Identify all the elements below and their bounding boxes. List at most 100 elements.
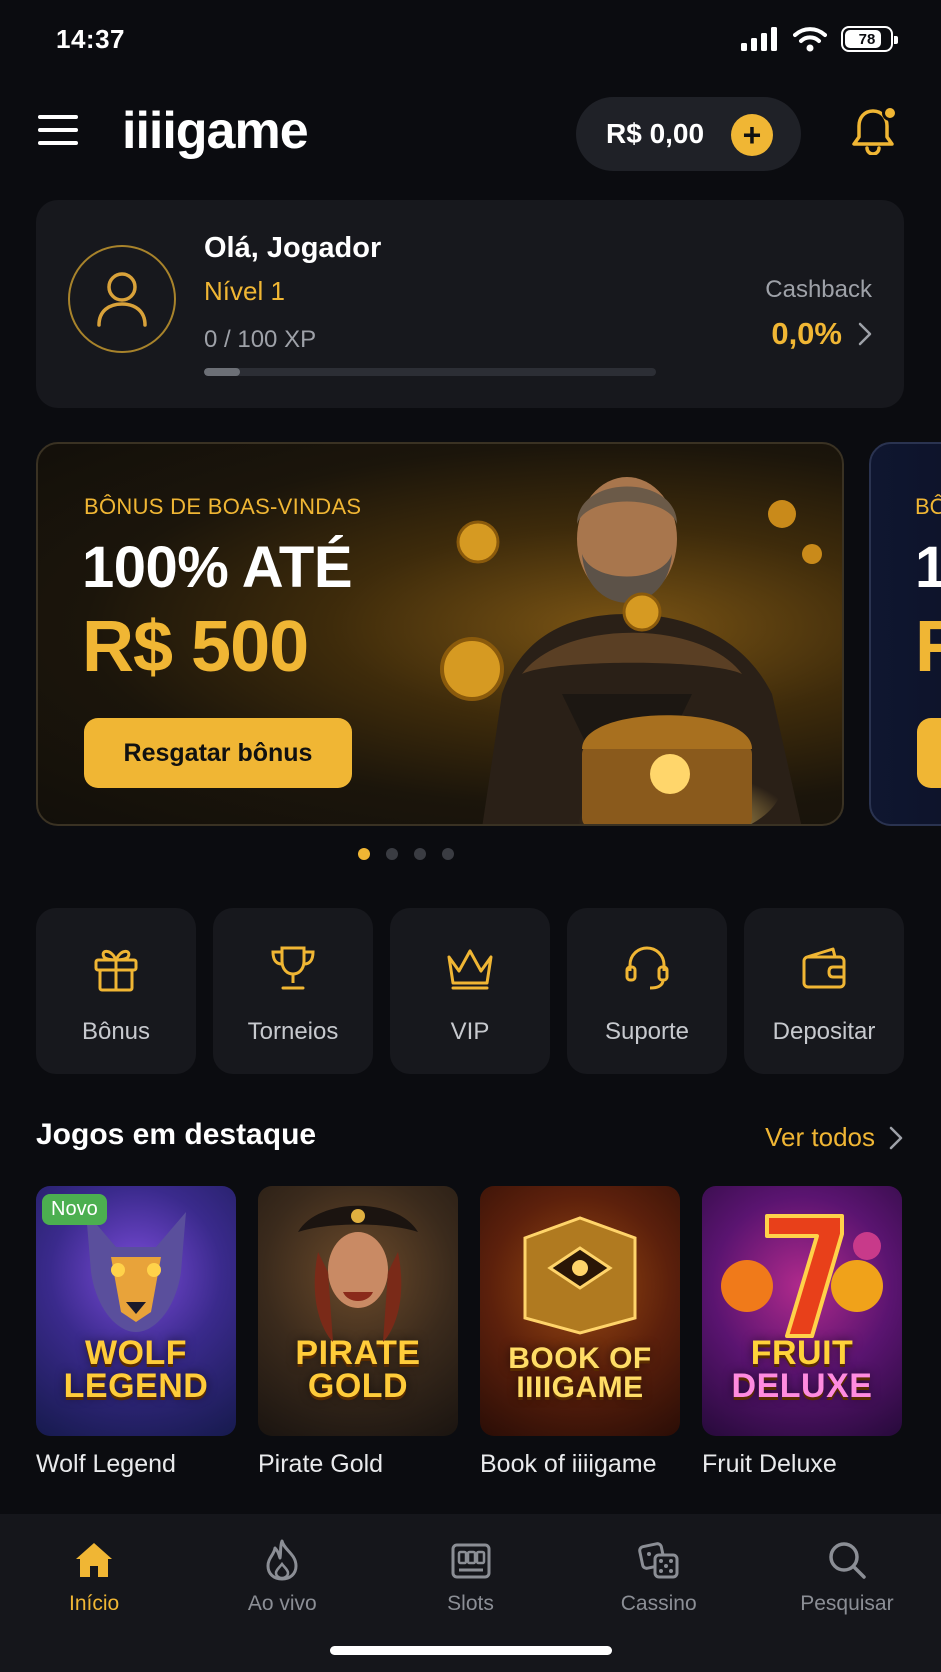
carousel-dot[interactable]	[441, 848, 454, 860]
dice-icon	[637, 1538, 681, 1582]
next-banner-button[interactable]	[917, 718, 941, 788]
next-promo-banner[interactable]: BÔ 1 R	[869, 442, 941, 826]
headset-icon	[621, 942, 673, 994]
cashback-value: 0,0%	[771, 316, 842, 351]
menu-button[interactable]	[38, 115, 78, 149]
search-icon	[825, 1538, 869, 1582]
carousel-dot[interactable]	[385, 848, 398, 860]
quick-action-support[interactable]: Suporte	[567, 908, 727, 1074]
balance-pill[interactable]: R$ 0,00 +	[576, 97, 801, 171]
game-art-line1: BOOK OF	[508, 1342, 652, 1375]
notification-dot	[882, 105, 898, 121]
quick-action-deposit[interactable]: Depositar	[744, 908, 904, 1074]
game-name[interactable]: Pirate Gold	[258, 1450, 458, 1479]
next-banner-headline: 1	[915, 534, 941, 601]
game-title-art: FRUIT DELUXE	[732, 1336, 873, 1403]
xp-progress-fill	[204, 368, 241, 376]
nav-label: Ao vivo	[247, 1592, 317, 1615]
nav-label: Slots	[447, 1592, 494, 1615]
greeting-text: Olá, Jogador	[204, 232, 382, 264]
slot-machine-icon	[449, 1538, 493, 1582]
game-card-wolf-legend[interactable]: Novo WOLF LEGEND Wolf Legend	[36, 1186, 236, 1486]
fruit-seven-art	[721, 1214, 883, 1338]
promo-banner[interactable]: BÔNUS DE BOAS-VINDAS 100% ATÉ R$ 500 Res…	[36, 442, 844, 826]
promo-carousel[interactable]: BÔNUS DE BOAS-VINDAS 100% ATÉ R$ 500 Res…	[0, 442, 941, 828]
game-title-art: PIRATE GOLD	[295, 1334, 421, 1405]
nav-item-slots[interactable]: Slots	[376, 1514, 564, 1634]
trophy-icon	[267, 942, 319, 994]
quick-action-label: Bônus	[81, 1018, 151, 1045]
xp-progress-bar	[204, 368, 656, 376]
game-art-line1: PIRATE	[295, 1334, 421, 1373]
nav-label: Cassino	[620, 1592, 697, 1615]
game-name[interactable]: Wolf Legend	[36, 1450, 236, 1479]
game-thumbnail[interactable]: Novo WOLF LEGEND	[36, 1186, 236, 1436]
game-name[interactable]: Fruit Deluxe	[702, 1450, 902, 1479]
app-header: iiiigame R$ 0,00 +	[0, 95, 941, 175]
profile-card[interactable]: Olá, Jogador Nível 1 0 / 100 XP Cashback…	[36, 200, 904, 408]
battery-level: 78	[858, 30, 876, 48]
banner-headline: 100% ATÉ	[82, 535, 353, 600]
game-title-art: BOOK OF IIIIGAME	[508, 1342, 652, 1404]
pirate-art	[298, 1205, 418, 1342]
chevron-right-icon	[889, 1126, 903, 1149]
game-thumbnail[interactable]: PIRATE GOLD	[258, 1186, 458, 1436]
wifi-icon	[793, 27, 827, 52]
crown-icon	[444, 942, 496, 994]
claim-bonus-button[interactable]: Resgatar bônus	[84, 718, 352, 788]
cashback-label: Cashback	[765, 276, 872, 303]
status-bar: 14:37 78	[0, 0, 941, 80]
quick-action-vip[interactable]: VIP	[390, 908, 550, 1074]
notifications-button[interactable]	[850, 105, 900, 157]
quick-action-label: VIP	[450, 1018, 490, 1045]
game-art-line2: LEGEND	[63, 1366, 209, 1405]
flame-icon	[260, 1538, 304, 1582]
see-all-link[interactable]: Ver todos	[765, 1122, 903, 1153]
app-logo[interactable]: iiiigame	[122, 101, 309, 161]
chevron-right-icon	[858, 322, 872, 346]
quick-action-label: Suporte	[604, 1018, 690, 1045]
game-name[interactable]: Book of iiiigame	[480, 1450, 680, 1479]
new-badge: Novo	[42, 1194, 107, 1225]
game-card-fruit-deluxe[interactable]: FRUIT DELUXE Fruit Deluxe	[702, 1186, 902, 1486]
nav-item-search[interactable]: Pesquisar	[753, 1514, 941, 1634]
carousel-dot[interactable]	[413, 848, 426, 860]
quick-action-tournaments[interactable]: Torneios	[213, 908, 373, 1074]
next-banner-amount: R	[915, 606, 941, 688]
see-all-label: Ver todos	[765, 1122, 875, 1152]
xp-text: 0 / 100 XP	[204, 326, 317, 353]
battery-icon: 78	[841, 26, 898, 52]
nav-item-live[interactable]: Ao vivo	[188, 1514, 376, 1634]
hamburger-icon	[38, 115, 78, 145]
wallet-icon	[798, 942, 850, 994]
game-thumbnail[interactable]: FRUIT DELUXE	[702, 1186, 902, 1436]
signal-icon	[741, 27, 777, 51]
next-banner-subtitle: BÔ	[915, 494, 941, 519]
game-thumbnail[interactable]: BOOK OF IIIIGAME	[480, 1186, 680, 1436]
home-indicator[interactable]	[330, 1646, 612, 1655]
nav-label: Início	[69, 1592, 120, 1615]
game-card-pirate-gold[interactable]: PIRATE GOLD Pirate Gold	[258, 1186, 458, 1486]
gift-icon	[90, 942, 142, 994]
home-icon	[72, 1538, 116, 1582]
game-art-line2: GOLD	[307, 1366, 409, 1405]
status-icons: 78	[741, 26, 898, 52]
avatar[interactable]	[68, 245, 176, 353]
quick-action-bonus[interactable]: Bônus	[36, 908, 196, 1074]
carousel-dot[interactable]	[357, 848, 370, 860]
bottom-navigation: Início Ao vivo Slots Cassino Pesquisar	[0, 1514, 941, 1672]
featured-title: Jogos em destaque	[36, 1118, 317, 1151]
nav-label: Pesquisar	[800, 1592, 894, 1615]
status-time: 14:37	[56, 24, 125, 54]
nav-item-home[interactable]: Início	[0, 1514, 188, 1634]
game-art-line2: IIIIGAME	[516, 1370, 644, 1404]
carousel-indicator	[0, 848, 941, 860]
nav-item-casino[interactable]: Cassino	[565, 1514, 753, 1634]
level-text: Nível 1	[204, 276, 285, 306]
game-card-book-of-iiiigame[interactable]: BOOK OF IIIIGAME Book of iiiigame	[480, 1186, 680, 1486]
deposit-plus-button[interactable]: +	[731, 114, 773, 156]
balance-amount: R$ 0,00	[606, 118, 705, 149]
user-icon	[97, 272, 147, 327]
game-art-line1: WOLF	[84, 1334, 188, 1373]
cashback-link[interactable]: 0,0%	[771, 316, 872, 352]
